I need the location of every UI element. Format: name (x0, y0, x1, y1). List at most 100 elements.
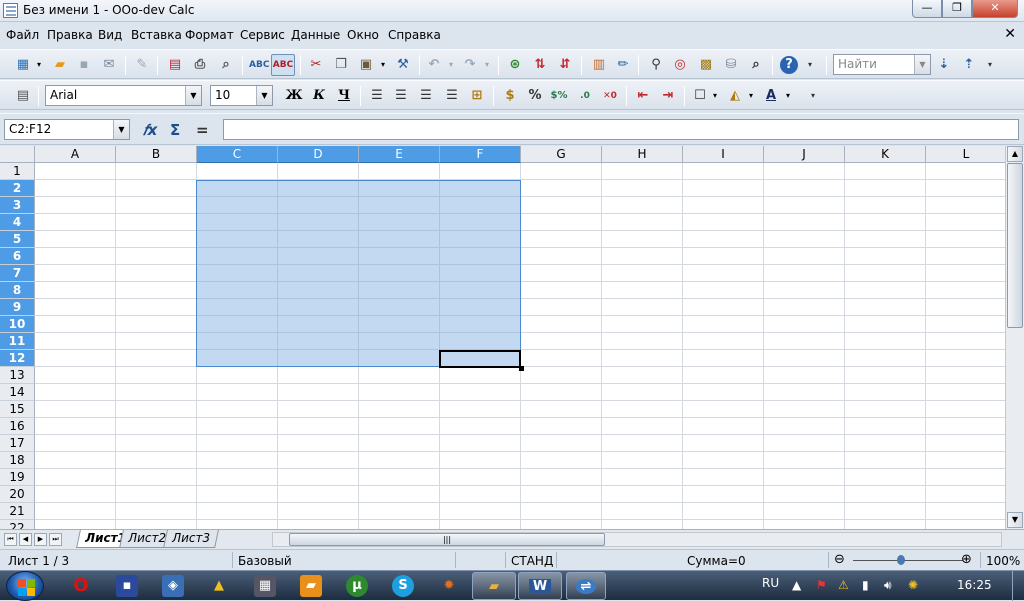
action-center-icon[interactable]: ⚑ (816, 578, 827, 592)
scroll-down-icon[interactable]: ▼ (1007, 512, 1023, 528)
chart-icon[interactable]: ▥ (590, 56, 608, 74)
font-name-select[interactable]: Arial ▼ (45, 85, 202, 106)
spreadsheet-grid[interactable]: ABCDEFGHIJKL 1 2 3 4 5 6 7 8 9 10 11 12 13 14 15 16 17 18… (0, 146, 1024, 529)
autospellcheck-icon[interactable]: ABC (271, 54, 295, 76)
align-right-icon[interactable]: ☰ (417, 87, 435, 105)
column-header-i[interactable]: I (683, 146, 764, 163)
export-pdf-icon[interactable]: ▤ (166, 56, 184, 74)
name-box[interactable]: C2:F12 ▼ (4, 119, 130, 140)
openoffice-calc-icon[interactable]: ⇌ (566, 572, 606, 600)
row-header-22[interactable]: 22 (0, 520, 35, 529)
menu-insert[interactable]: Вставка (131, 28, 182, 42)
warning-tray-icon[interactable]: ⚠ (838, 578, 849, 592)
find-dropdown-icon[interactable]: ▼ (914, 55, 930, 74)
column-header-f[interactable]: F (440, 146, 521, 163)
merge-cells-icon[interactable]: ⊞ (468, 87, 486, 105)
gallery-icon[interactable]: ▩ (697, 56, 715, 74)
formula-input[interactable] (223, 119, 1019, 140)
find-input[interactable]: Найти ▼ (833, 54, 931, 75)
toolbar-overflow-icon[interactable]: ▾ (808, 60, 812, 69)
delete-decimal-icon[interactable]: ✕0 (601, 87, 619, 105)
add-decimal-icon[interactable]: .0 (576, 87, 594, 105)
page-style[interactable]: Базовый (238, 554, 292, 568)
email-icon[interactable]: ✉ (100, 56, 118, 74)
page-preview-icon[interactable]: ⌕ (217, 56, 235, 74)
open-icon[interactable]: ▰ (51, 56, 69, 74)
new-dropdown-icon[interactable]: ▾ (34, 56, 44, 74)
horizontal-scrollbar[interactable]: ||| (272, 532, 1002, 547)
volume-icon[interactable]: 🔊︎ (884, 578, 892, 593)
zoom-icon[interactable]: ⌕ (747, 56, 765, 74)
row-header-14[interactable]: 14 (0, 384, 35, 401)
menu-window[interactable]: Окно (347, 28, 379, 42)
sum-icon[interactable]: Σ (170, 121, 180, 139)
selection-mode[interactable]: СТАНД (511, 554, 553, 568)
settings-app-icon[interactable]: ✹ (438, 575, 460, 597)
function-wizard-icon[interactable]: 𝑓x (143, 121, 157, 139)
row-header-3[interactable]: 3 (0, 197, 35, 214)
vertical-scrollbar[interactable]: ▲ ▼ (1005, 146, 1024, 529)
new-document-icon[interactable]: ▦ (14, 56, 32, 74)
row-header-5[interactable]: 5 (0, 231, 35, 248)
font-size-select[interactable]: 10 ▼ (210, 85, 273, 106)
font-size-dropdown-icon[interactable]: ▼ (256, 86, 272, 105)
row-header-2[interactable]: 2 (0, 180, 35, 197)
font-name-dropdown-icon[interactable]: ▼ (185, 86, 201, 105)
column-header-h[interactable]: H (602, 146, 683, 163)
italic-button[interactable]: К (310, 87, 328, 105)
menu-edit[interactable]: Правка (47, 28, 93, 42)
show-desktop-button[interactable] (1012, 571, 1024, 601)
menu-tools[interactable]: Сервис (240, 28, 285, 42)
column-header-b[interactable]: B (116, 146, 197, 163)
align-center-icon[interactable]: ☰ (392, 87, 410, 105)
find-previous-icon[interactable]: ⇡ (960, 56, 978, 74)
menu-view[interactable]: Вид (98, 28, 122, 42)
zoom-level[interactable]: 100% (986, 554, 1020, 568)
styles-icon[interactable]: ▤ (14, 87, 32, 105)
menu-help[interactable]: Справка (388, 28, 441, 42)
row-header-9[interactable]: 9 (0, 299, 35, 316)
percent-icon[interactable]: % (526, 87, 544, 105)
undo-icon[interactable]: ↶ (425, 56, 443, 74)
close-document-icon[interactable]: ✕ (1004, 26, 1016, 42)
background-color-icon[interactable]: ◭ (726, 87, 744, 105)
decrease-indent-icon[interactable]: ⇤ (634, 87, 652, 105)
equals-icon[interactable]: = (196, 121, 209, 139)
print-icon[interactable]: ⎙ (191, 56, 209, 74)
horizontal-scroll-thumb[interactable]: ||| (289, 533, 605, 546)
redo-dropdown-icon[interactable]: ▾ (482, 56, 492, 74)
find-replace-icon[interactable]: ⚲ (647, 56, 665, 74)
navigator-icon[interactable]: ◎ (671, 56, 689, 74)
autofill-handle[interactable] (519, 366, 524, 371)
row-header-11[interactable]: 11 (0, 333, 35, 350)
zoom-out-icon[interactable]: ⊖ (834, 552, 845, 567)
undo-dropdown-icon[interactable]: ▾ (446, 56, 456, 74)
sum-display[interactable]: Сумма=0 (687, 554, 746, 568)
row-header-21[interactable]: 21 (0, 503, 35, 520)
avidemux-icon[interactable]: ▲ (208, 575, 230, 597)
column-header-d[interactable]: D (278, 146, 359, 163)
last-sheet-icon[interactable]: ⏭ (49, 533, 62, 546)
word-icon[interactable]: W (518, 572, 562, 600)
menu-file[interactable]: Файл (6, 28, 39, 42)
format-paintbrush-icon[interactable]: ⚒ (394, 56, 412, 74)
virtualbox-icon[interactable]: ◈ (162, 575, 184, 597)
restore-button[interactable]: ❐ (942, 0, 972, 18)
sheet-tab-3[interactable]: Лист3 (163, 530, 219, 548)
scroll-up-icon[interactable]: ▲ (1007, 146, 1023, 162)
cut-icon[interactable]: ✂ (307, 56, 325, 74)
increase-indent-icon[interactable]: ⇥ (659, 87, 677, 105)
draw-functions-icon[interactable]: ✏ (614, 56, 632, 74)
bold-button[interactable]: Ж (285, 87, 303, 105)
currency-icon[interactable]: $ (501, 87, 519, 105)
row-header-8[interactable]: 8 (0, 282, 35, 299)
first-sheet-icon[interactable]: ⏮ (4, 533, 17, 546)
paste-icon[interactable]: ▣ (357, 56, 375, 74)
column-header-c[interactable]: C (197, 146, 278, 163)
justify-icon[interactable]: ☰ (443, 87, 461, 105)
row-header-17[interactable]: 17 (0, 435, 35, 452)
calculator-icon[interactable]: ▦ (254, 575, 276, 597)
find-next-icon[interactable]: ⇣ (935, 56, 953, 74)
row-header-12[interactable]: 12 (0, 350, 35, 367)
zoom-slider-knob[interactable] (897, 555, 905, 565)
